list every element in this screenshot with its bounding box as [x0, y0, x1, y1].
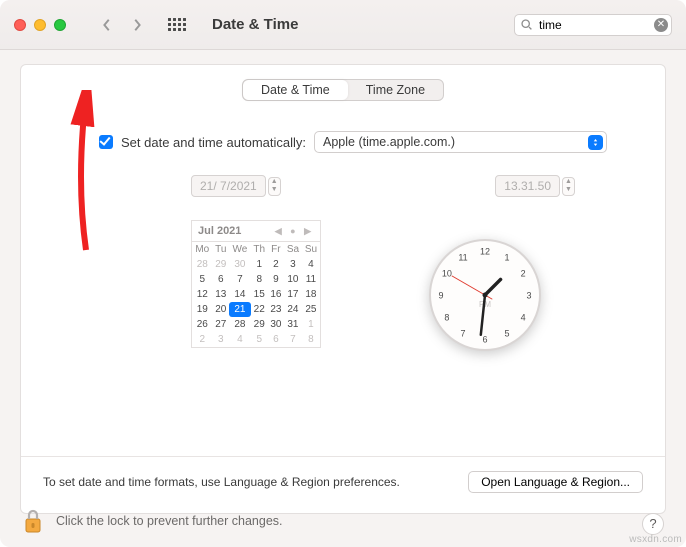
calendar-day[interactable]: 26 [192, 317, 213, 332]
calendar-day[interactable]: 7 [229, 272, 251, 287]
calendar-day[interactable]: 12 [192, 287, 213, 302]
calendar-month: Jul 2021 [198, 225, 241, 237]
svg-text:5: 5 [504, 328, 509, 338]
calendar-day[interactable]: 4 [229, 332, 251, 348]
date-input[interactable]: 21/ 7/2021 [191, 175, 266, 197]
calendar-dow: Th [251, 242, 268, 258]
calendar-day[interactable]: 15 [251, 287, 268, 302]
search-icon [520, 18, 533, 31]
calendar-day[interactable]: 1 [302, 317, 321, 332]
calendar-day[interactable]: 3 [284, 257, 302, 272]
calendar-day[interactable]: 24 [284, 302, 302, 317]
search-input[interactable] [514, 14, 672, 36]
calendar-dow: Sa [284, 242, 302, 258]
svg-text:2: 2 [521, 268, 526, 278]
lock-text: Click the lock to prevent further change… [56, 514, 283, 528]
watermark: wsxdn.com [629, 534, 682, 545]
calendar-day[interactable]: 8 [302, 332, 321, 348]
calendar-day[interactable]: 1 [251, 257, 268, 272]
calendar-day[interactable]: 3 [213, 332, 230, 348]
time-input[interactable]: 13.31.50 [495, 175, 560, 197]
forward-button[interactable] [130, 18, 144, 32]
calendar-day[interactable]: 30 [229, 257, 251, 272]
calendar-dow: Su [302, 242, 321, 258]
auto-set-checkbox[interactable] [99, 135, 113, 149]
calendar-day[interactable]: 21 [229, 302, 251, 317]
calendar-day[interactable]: 8 [251, 272, 268, 287]
svg-text:8: 8 [444, 312, 449, 322]
calendar-day[interactable]: 18 [302, 287, 321, 302]
calendar-day[interactable]: 31 [284, 317, 302, 332]
calendar-day[interactable]: 28 [192, 257, 213, 272]
calendar-dow: We [229, 242, 251, 258]
calendar-day[interactable]: 6 [268, 332, 284, 348]
minimize-window[interactable] [34, 19, 46, 31]
calendar-day[interactable]: 29 [213, 257, 230, 272]
close-window[interactable] [14, 19, 26, 31]
calendar-day[interactable]: 20 [213, 302, 230, 317]
tabs: Date & Time Time Zone [242, 79, 444, 101]
date-stepper[interactable]: ▲▼ [268, 177, 281, 196]
calendar-day[interactable]: 27 [213, 317, 230, 332]
svg-text:3: 3 [526, 290, 531, 300]
calendar-day[interactable]: 11 [302, 272, 321, 287]
svg-text:4: 4 [521, 312, 526, 322]
svg-text:1: 1 [504, 252, 509, 262]
svg-text:7: 7 [460, 328, 465, 338]
auto-set-label: Set date and time automatically: [121, 135, 306, 150]
calendar-day[interactable]: 28 [229, 317, 251, 332]
time-stepper[interactable]: ▲▼ [562, 177, 575, 196]
calendar[interactable]: Jul 2021 ◀ ● ▶ MoTuWeThFrSaSu 2829301234… [191, 220, 321, 348]
calendar-dow: Fr [268, 242, 284, 258]
calendar-day[interactable]: 6 [213, 272, 230, 287]
svg-text:10: 10 [442, 268, 452, 278]
calendar-day[interactable]: 19 [192, 302, 213, 317]
analog-clock: 123456789101112 PM [425, 235, 545, 355]
calendar-day[interactable]: 10 [284, 272, 302, 287]
calendar-nav[interactable]: ◀ ● ▶ [275, 226, 314, 237]
calendar-day[interactable]: 23 [268, 302, 284, 317]
tab-time-zone[interactable]: Time Zone [348, 80, 443, 100]
time-server-field[interactable]: Apple (time.apple.com.) [314, 131, 607, 153]
calendar-dow: Mo [192, 242, 213, 258]
calendar-day[interactable]: 25 [302, 302, 321, 317]
calendar-day[interactable]: 14 [229, 287, 251, 302]
calendar-day[interactable]: 4 [302, 257, 321, 272]
footer-text: To set date and time formats, use Langua… [43, 475, 400, 489]
search-field[interactable]: ✕ [514, 14, 672, 36]
calendar-day[interactable]: 7 [284, 332, 302, 348]
calendar-day[interactable]: 22 [251, 302, 268, 317]
calendar-day[interactable]: 29 [251, 317, 268, 332]
calendar-day[interactable]: 5 [251, 332, 268, 348]
tab-date-time[interactable]: Date & Time [243, 80, 348, 100]
svg-text:11: 11 [458, 252, 467, 262]
page-title: Date & Time [212, 16, 298, 33]
calendar-day[interactable]: 2 [268, 257, 284, 272]
help-button[interactable]: ? [642, 513, 664, 535]
calendar-day[interactable]: 17 [284, 287, 302, 302]
calendar-day[interactable]: 16 [268, 287, 284, 302]
search-clear-icon[interactable]: ✕ [654, 18, 668, 32]
calendar-dow: Tu [213, 242, 230, 258]
svg-text:12: 12 [480, 246, 490, 256]
open-language-region-button[interactable]: Open Language & Region... [468, 471, 643, 493]
calendar-day[interactable]: 9 [268, 272, 284, 287]
calendar-day[interactable]: 2 [192, 332, 213, 348]
time-server-dropdown[interactable] [588, 135, 603, 150]
zoom-window[interactable] [54, 19, 66, 31]
calendar-day[interactable]: 13 [213, 287, 230, 302]
show-all-icon[interactable] [168, 18, 186, 31]
lock-icon[interactable] [22, 507, 44, 535]
back-button[interactable] [100, 18, 114, 32]
svg-text:9: 9 [438, 290, 443, 300]
calendar-day[interactable]: 30 [268, 317, 284, 332]
svg-text:6: 6 [482, 334, 487, 344]
calendar-day[interactable]: 5 [192, 272, 213, 287]
